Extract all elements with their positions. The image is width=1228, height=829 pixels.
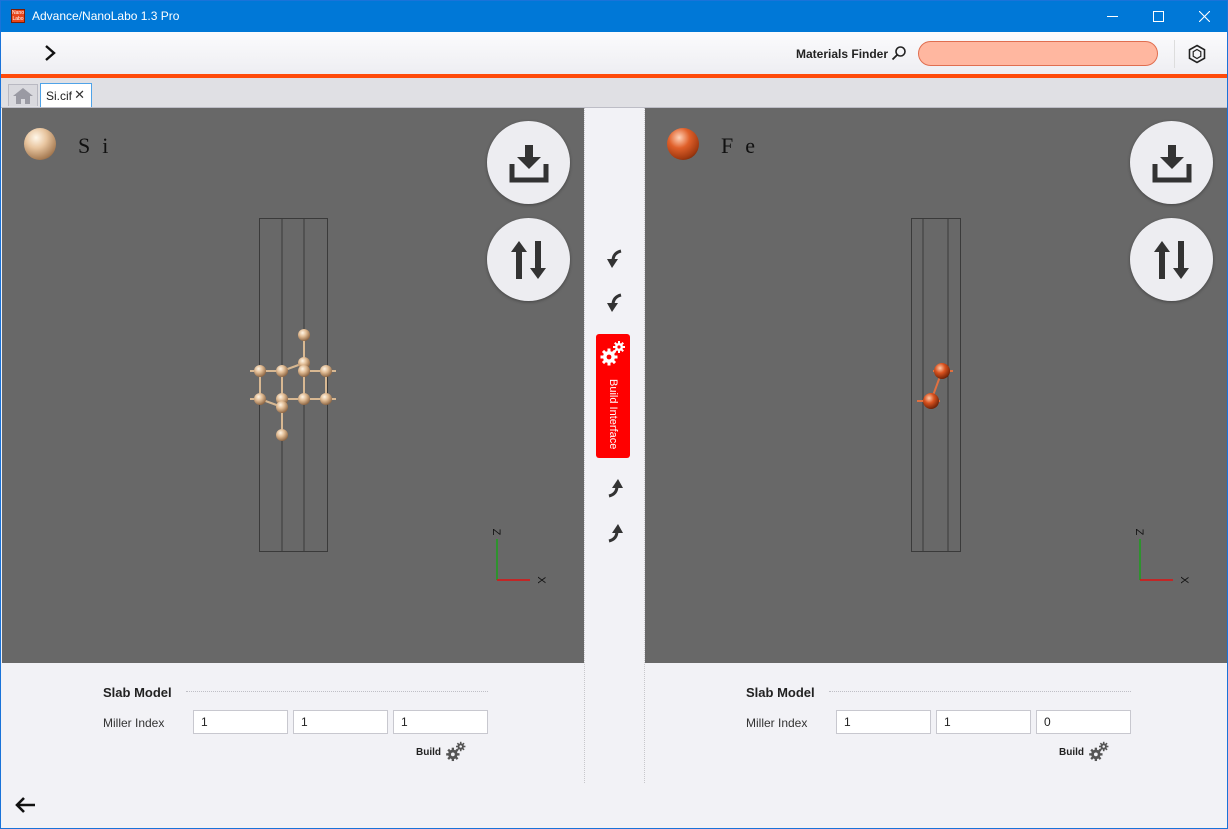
- miller-l-input[interactable]: [1036, 710, 1131, 734]
- maximize-icon: [1152, 11, 1164, 22]
- move-left-button-2[interactable]: [603, 291, 627, 315]
- element-ball-icon: [24, 128, 56, 160]
- materials-finder-label: Materials Finder: [796, 47, 889, 61]
- tab-label: Si.cif: [46, 89, 73, 103]
- app-window: Nano Labo Advance/NanoLabo 1.3 Pro Mater…: [0, 0, 1228, 829]
- element-label: Fe: [721, 133, 767, 158]
- curved-arrow-up-right-icon: [608, 479, 623, 498]
- axes-gizmo: Z X: [490, 529, 547, 585]
- axis-z-label: Z: [490, 529, 502, 536]
- arrow-left-icon[interactable]: [14, 796, 36, 814]
- miller-h-input[interactable]: [193, 710, 288, 734]
- axes-gizmo: Z X: [1133, 529, 1190, 585]
- interface-controls: Build Interface: [584, 108, 645, 783]
- right-slab-model-panel: Slab Model Miller Index Build: [645, 663, 1227, 783]
- close-button[interactable]: [1181, 1, 1227, 32]
- tab-close-icon[interactable]: ✕: [74, 87, 85, 103]
- window-title: Advance/NanoLabo 1.3 Pro: [32, 9, 180, 23]
- chevron-right-icon[interactable]: [41, 44, 59, 62]
- axis-x-label: X: [535, 576, 547, 584]
- miller-k-input[interactable]: [936, 710, 1031, 734]
- swap-icon: [1153, 240, 1189, 279]
- fe-molecule-structure: [917, 363, 953, 409]
- build-interface-button[interactable]: Build Interface: [596, 334, 630, 458]
- section-divider: [186, 691, 488, 692]
- tab-bar: Si.cif ✕: [1, 78, 1227, 108]
- swap-icon: [510, 240, 546, 279]
- swap-button[interactable]: [1130, 218, 1213, 301]
- swap-button[interactable]: [487, 218, 570, 301]
- si-molecule-structure: [250, 329, 336, 441]
- slab-model-title: Slab Model: [746, 685, 815, 700]
- materials-finder-input[interactable]: [918, 41, 1158, 66]
- download-button[interactable]: [1130, 121, 1213, 204]
- section-divider: [829, 691, 1131, 692]
- miller-h-input[interactable]: [836, 710, 931, 734]
- miller-index-label: Miller Index: [103, 716, 165, 730]
- toolbar-divider: [1174, 40, 1175, 68]
- build-label[interactable]: Build: [416, 747, 441, 758]
- footer-bar: [1, 783, 1227, 828]
- element-ball-icon: [667, 128, 699, 160]
- build-gears-icon[interactable]: [1088, 741, 1110, 763]
- gears-icon: [600, 341, 625, 366]
- build-label[interactable]: Build: [1059, 747, 1084, 758]
- left-structure-viewport[interactable]: Si Z X: [2, 108, 584, 663]
- tab-home[interactable]: [8, 84, 38, 106]
- tab-si-cif[interactable]: Si.cif ✕: [40, 83, 92, 107]
- download-icon: [1152, 144, 1191, 182]
- miller-k-input[interactable]: [293, 710, 388, 734]
- minimize-icon: [1106, 16, 1118, 17]
- build-interface-label: Build Interface: [607, 378, 619, 450]
- miller-l-input[interactable]: [393, 710, 488, 734]
- minimize-button[interactable]: [1089, 1, 1135, 32]
- move-right-button-1[interactable]: [603, 476, 627, 500]
- miller-index-label: Miller Index: [746, 716, 808, 730]
- curved-arrow-down-left-icon: [607, 293, 622, 312]
- move-left-button-1[interactable]: [603, 247, 627, 271]
- search-icon[interactable]: [891, 45, 907, 61]
- left-slab-model-panel: Slab Model Miller Index Build: [2, 663, 584, 783]
- maximize-button[interactable]: [1135, 1, 1181, 32]
- element-label: Si: [78, 133, 121, 158]
- title-bar: Nano Labo Advance/NanoLabo 1.3 Pro: [1, 1, 1227, 32]
- download-button[interactable]: [487, 121, 570, 204]
- right-structure-viewport[interactable]: Fe Z X: [645, 108, 1227, 663]
- hexagon-icon[interactable]: [1187, 44, 1207, 64]
- axis-x-label: X: [1178, 576, 1190, 584]
- app-logo-icon: Nano Labo: [11, 9, 25, 23]
- build-gears-icon[interactable]: [445, 741, 467, 763]
- move-right-button-2[interactable]: [603, 521, 627, 545]
- home-icon: [13, 87, 33, 104]
- close-icon: [1198, 11, 1210, 22]
- curved-arrow-up-right-icon: [608, 524, 623, 543]
- slab-model-title: Slab Model: [103, 685, 172, 700]
- download-icon: [509, 144, 548, 182]
- curved-arrow-down-left-icon: [607, 249, 622, 268]
- main-toolbar: Materials Finder: [1, 32, 1227, 74]
- axis-z-label: Z: [1133, 529, 1145, 536]
